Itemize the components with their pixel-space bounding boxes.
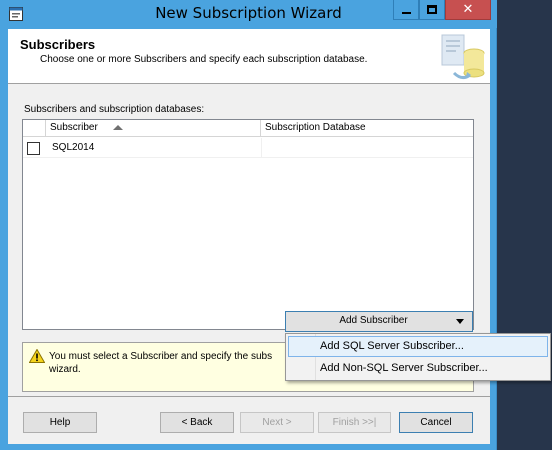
subscribers-grid-label: Subscribers and subscription databases: — [24, 104, 205, 115]
wizard-window: New Subscription Wizard ✕ Subscribers Ch… — [0, 0, 497, 450]
back-button[interactable]: < Back — [160, 412, 234, 433]
subscriber-checkbox[interactable] — [27, 142, 40, 155]
add-subscriber-label: Add Subscriber — [339, 315, 408, 326]
help-button[interactable]: Help — [23, 412, 97, 433]
subscriber-name: SQL2014 — [52, 142, 95, 153]
maximize-icon — [427, 5, 437, 14]
close-button[interactable]: ✕ — [445, 0, 491, 20]
close-icon: ✕ — [462, 2, 474, 17]
table-row[interactable]: SQL2014 — [23, 138, 473, 158]
maximize-button[interactable] — [419, 0, 445, 20]
warning-icon — [29, 349, 45, 363]
finish-button[interactable]: Finish >>| — [318, 412, 391, 433]
chevron-down-icon[interactable] — [456, 319, 464, 324]
menu-item-add-sql-server-subscriber[interactable]: Add SQL Server Subscriber... — [288, 336, 548, 357]
page-title: Subscribers — [20, 37, 96, 52]
page-header: Subscribers Choose one or more Subscribe… — [8, 29, 490, 84]
database-replication-icon — [441, 34, 485, 80]
add-subscriber-button[interactable]: Add Subscriber — [285, 311, 473, 332]
wizard-page: Subscribers Choose one or more Subscribe… — [8, 29, 490, 444]
column-header-select[interactable] — [23, 120, 46, 137]
subscribers-grid[interactable]: Subscriber Subscription Database SQL2014 — [22, 119, 474, 330]
title-bar[interactable]: New Subscription Wizard ✕ — [0, 0, 497, 28]
minimize-button[interactable] — [393, 0, 419, 20]
add-subscriber-menu: Add SQL Server Subscriber... Add Non-SQL… — [285, 333, 551, 381]
validation-message-text: You must select a Subscriber and specify… — [49, 351, 273, 375]
column-header-subscriber-label: Subscriber — [50, 122, 98, 133]
column-header-subscriber[interactable]: Subscriber — [46, 120, 261, 137]
cancel-button[interactable]: Cancel — [399, 412, 473, 433]
footer-divider — [8, 396, 490, 397]
menu-item-add-non-sql-server-subscriber[interactable]: Add Non-SQL Server Subscriber... — [288, 358, 548, 379]
minimize-icon — [401, 11, 411, 14]
sort-ascending-icon — [112, 124, 123, 130]
next-button[interactable]: Next > — [240, 412, 314, 433]
page-subtitle: Choose one or more Subscribers and speci… — [40, 54, 368, 65]
desktop-background — [497, 0, 552, 450]
grid-header: Subscriber Subscription Database — [23, 120, 473, 137]
column-header-subscription-database[interactable]: Subscription Database — [261, 120, 473, 137]
subscription-database-cell[interactable] — [261, 138, 473, 157]
